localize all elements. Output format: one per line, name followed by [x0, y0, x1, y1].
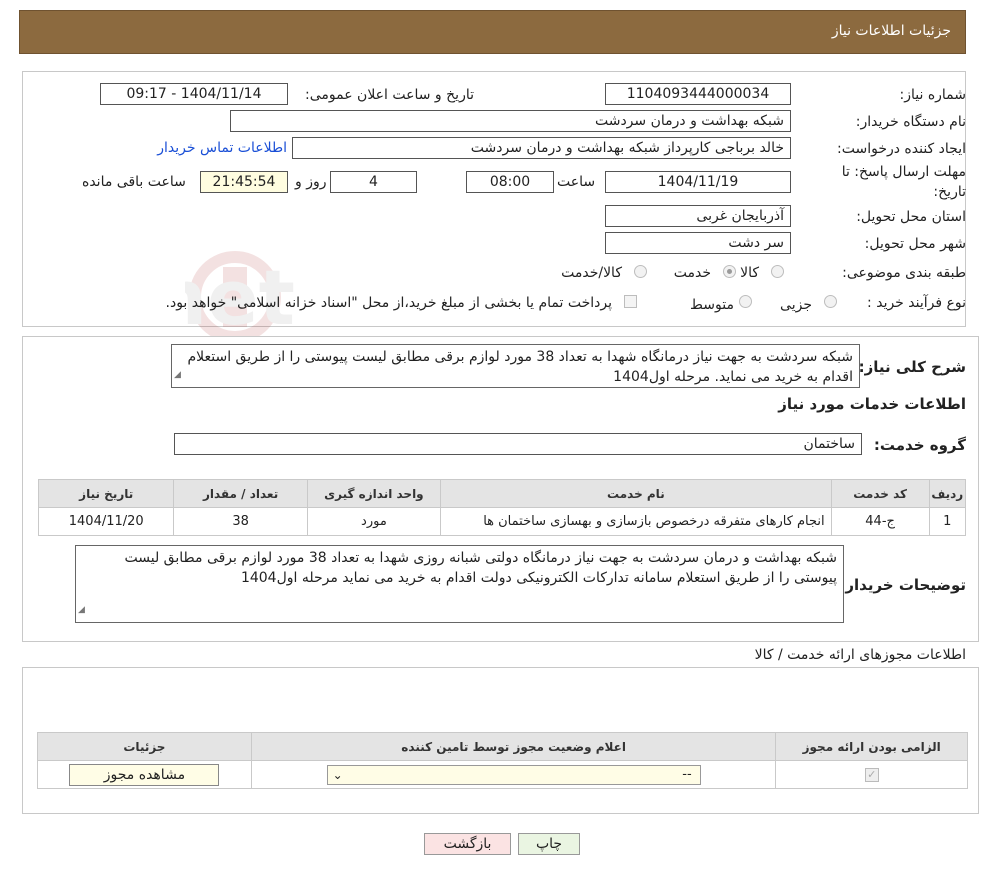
need-date-cell: 1404/11/20 [37, 507, 175, 536]
category-service-label: خدمت [673, 265, 711, 281]
row-number-cell: 1 [928, 507, 967, 536]
days-label: روز و [295, 174, 327, 190]
category-label: طبقه بندی موضوعی: [842, 265, 966, 281]
requester-label: ایجاد کننده درخواست: [837, 141, 966, 157]
service-group-label: گروه خدمت: [873, 436, 966, 454]
col-service-code: کد خدمت [830, 479, 930, 508]
services-table-header: ردیف کد خدمت نام خدمت واحد اندازه گیری ت… [37, 479, 967, 508]
need-number-field: 1104093444000034 [605, 83, 791, 105]
purchase-medium-label: متوسط [690, 297, 734, 313]
requester-field: خالد برباجی کارپرداز شبکه بهداشت و درمان… [292, 137, 791, 159]
service-code-cell: ج-44 [830, 507, 930, 536]
treasury-note: پرداخت تمام یا بخشی از مبلغ خرید،از محل … [165, 295, 612, 311]
quantity-cell: 38 [173, 507, 308, 536]
permit-required-cell: ✓ [775, 760, 968, 789]
purchase-type-label: نوع فرآیند خرید : [867, 295, 966, 311]
buyer-org-label: نام دستگاه خریدار: [855, 114, 966, 130]
buyer-notes-label: توضیحات خریدار: [839, 576, 966, 594]
col-service-name: نام خدمت [440, 479, 832, 508]
chevron-down-icon: ⌄ [332, 767, 343, 782]
service-group-field: ساختمان [174, 433, 862, 455]
city-label: شهر محل تحویل: [864, 236, 966, 252]
summary-text: شبکه سردشت به جهت نیاز درمانگاه شهدا به … [187, 349, 853, 385]
view-permit-button[interactable]: مشاهده مجوز [69, 763, 220, 786]
permit-status-cell: -- ⌄ [250, 760, 777, 789]
deadline-time-field: 08:00 [466, 171, 554, 193]
col-permit-status: اعلام وضعیت مجوز توسط تامین کننده [250, 732, 777, 761]
summary-label: شرح کلی نیاز: [858, 358, 966, 376]
page-title: جزئیات اطلاعات نیاز [831, 23, 951, 39]
deadline-date-field: 1404/11/19 [605, 171, 791, 193]
table-row: 1 ج-44 انجام کارهای متفرقه درخصوص بازساز… [37, 507, 967, 536]
col-row-number: ردیف [928, 479, 967, 508]
deadline-date-label: تاریخ: [933, 184, 966, 200]
service-name-cell: انجام کارهای متفرقه درخصوص بازسازی و بهس… [440, 507, 832, 536]
col-unit: واحد اندازه گیری [306, 479, 442, 508]
buyer-notes-textarea[interactable]: شبکه بهداشت و درمان سردشت به جهت نیاز در… [75, 545, 844, 623]
purchase-minor-label: جزیی [780, 297, 812, 313]
resize-grip-icon: ◢ [174, 370, 181, 380]
deadline-time-label: ساعت [557, 174, 596, 190]
permits-table: الزامی بودن ارائه مجوز اعلام وضعیت مجوز … [37, 732, 968, 789]
category-goods-service-radio[interactable] [634, 265, 647, 278]
city-field: سر دشت [605, 232, 791, 254]
days-remaining-field: 4 [330, 171, 417, 193]
category-goods-service-label: کالا/خدمت [561, 265, 622, 281]
resize-grip-icon: ◢ [78, 605, 85, 615]
announce-datetime-label: تاریخ و ساعت اعلان عمومی: [305, 87, 474, 103]
permit-status-select[interactable]: -- ⌄ [326, 764, 701, 785]
col-permit-details: جزئیات [37, 732, 252, 761]
purchase-minor-radio[interactable] [824, 295, 837, 308]
page-header: جزئیات اطلاعات نیاز [19, 10, 966, 54]
permits-table-header: الزامی بودن ارائه مجوز اعلام وضعیت مجوز … [37, 732, 968, 761]
remaining-time-label: ساعت باقی مانده [82, 174, 186, 190]
services-table: ردیف کد خدمت نام خدمت واحد اندازه گیری ت… [37, 479, 967, 536]
treasury-checkbox[interactable] [624, 295, 637, 308]
need-number-label: شماره نیاز: [899, 87, 967, 103]
permit-status-value: -- [682, 766, 692, 782]
col-need-date: تاریخ نیاز [37, 479, 175, 508]
permits-title: اطلاعات مجوزهای ارائه خدمت / کالا [754, 647, 966, 663]
summary-textarea[interactable]: شبکه سردشت به جهت نیاز درمانگاه شهدا به … [171, 344, 860, 388]
col-quantity: تعداد / مقدار [173, 479, 308, 508]
province-label: استان محل تحویل: [856, 209, 966, 225]
buyer-notes-text: شبکه بهداشت و درمان سردشت به جهت نیاز در… [124, 550, 838, 586]
table-row: ✓ -- ⌄ مشاهده مجوز [37, 760, 968, 789]
category-service-radio[interactable] [723, 265, 736, 278]
back-button[interactable]: بازگشت [424, 833, 511, 855]
permit-required-checkbox[interactable]: ✓ [864, 768, 879, 782]
col-permit-required: الزامی بودن ارائه مجوز [775, 732, 968, 761]
province-field: آذربایجان غربی [605, 205, 791, 227]
buyer-contact-link[interactable]: اطلاعات تماس خریدار [157, 140, 287, 156]
buyer-org-field: شبکه بهداشت و درمان سردشت [230, 110, 791, 132]
category-goods-label: کالا [740, 265, 759, 281]
category-goods-radio[interactable] [771, 265, 784, 278]
announce-datetime-field: 1404/11/14 - 09:17 [100, 83, 288, 105]
unit-cell: مورد [306, 507, 442, 536]
services-title: اطلاعات خدمات مورد نیاز [778, 395, 966, 413]
print-button[interactable]: چاپ [518, 833, 580, 855]
purchase-medium-radio[interactable] [739, 295, 752, 308]
remaining-time-field: 21:45:54 [200, 171, 288, 193]
permit-details-cell: مشاهده مجوز [37, 760, 252, 789]
deadline-label: مهلت ارسال پاسخ: تا [841, 164, 966, 180]
